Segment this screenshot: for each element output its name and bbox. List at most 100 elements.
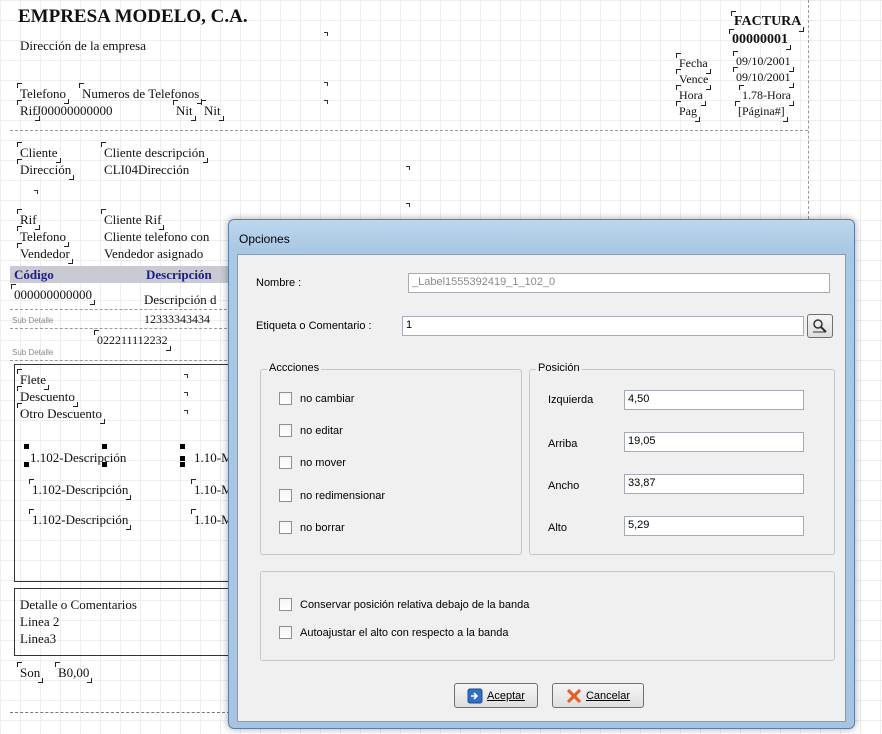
etiqueta-input[interactable]: 1 [402,316,804,336]
zoom-icon [813,319,827,333]
phone-value[interactable]: Numeros de Telefonos [78,83,203,104]
val-field-2[interactable]: 1.10-M [191,479,236,500]
sub-detail-divider [10,360,232,361]
direccion-value[interactable]: CLI04Dirección [104,162,189,177]
sub-detail-value-1[interactable]: 12333343434 [144,312,210,327]
acciones-group: Accciones no cambiar no editar no mover … [260,362,522,555]
row-code-field[interactable]: 000000000000 [11,284,95,305]
checkbox-box[interactable] [279,521,292,534]
checkbox-box[interactable] [279,392,292,405]
selection-handle[interactable] [180,444,185,449]
field-handle [324,100,328,104]
accept-icon [467,688,483,703]
fecha-label[interactable]: Fecha [676,53,711,74]
checkbox-box[interactable] [279,424,292,437]
vendedor-value[interactable]: Vendedor asignado [104,246,203,261]
selection-handle[interactable] [180,456,185,461]
desc-field-1[interactable]: 1.102-Descripción [30,450,126,465]
rif-label[interactable]: Rif [17,100,40,121]
vendedor-label[interactable]: Vendedor [17,243,73,264]
codigo-column-header[interactable]: Código [14,267,54,283]
selection-handle[interactable] [24,444,29,449]
desc-field-3[interactable]: 1.102-Descripción [28,509,132,530]
checkbox-label: no borrar [300,521,345,534]
pag-label[interactable]: Pag [676,101,700,122]
no-editar-checkbox[interactable]: no editar [279,424,343,437]
pag-value[interactable]: [Página#] [735,101,788,122]
rif2-value[interactable]: Cliente Rif [100,209,165,230]
checkbox-box[interactable] [279,489,292,502]
column-header-band[interactable]: Código Descripción [10,266,232,283]
arriba-label: Arriba [548,438,578,450]
acciones-group-title: Accciones [267,362,322,374]
checkbox-label: Conservar posición relativa debajo de la… [300,598,530,611]
desc-field-2[interactable]: 1.102-Descripción [28,479,132,500]
nit-label[interactable]: Nit [173,100,196,121]
autoajustar-alto-checkbox[interactable]: Autoajustar el alto con respecto a la ba… [279,626,509,639]
sub-detail-value-2[interactable]: 022211112232 [94,330,171,351]
company-name-field[interactable]: EMPRESA MODELO, C.A. [18,6,248,28]
val-field-1[interactable]: 1.10-M [194,450,233,465]
nit-value[interactable]: Nit [201,100,224,121]
row-description-field[interactable]: Descripción d [144,292,217,307]
field-handle [324,82,328,86]
company-address-field[interactable]: Dirección de la empresa [20,38,146,53]
checkbox-box[interactable] [279,598,292,611]
son-label[interactable]: Son [16,662,44,683]
alto-input[interactable]: 5,29 [624,516,804,536]
vence-label[interactable]: Vence [675,69,712,90]
posicion-group-title: Posición [536,362,582,374]
cliente-value[interactable]: Cliente descripción [101,142,208,163]
val-field-3[interactable]: 1.10-M [191,509,236,530]
no-cambiar-checkbox[interactable]: no cambiar [279,392,354,405]
invoice-title-field[interactable]: FACTURA [730,11,805,32]
selection-handle[interactable] [102,444,107,449]
rif2-label[interactable]: Rif [17,209,40,230]
checkbox-label: no mover [300,456,346,469]
descripcion-column-header[interactable]: Descripción [146,267,212,283]
flete-label[interactable]: Flete [17,369,49,390]
izquierda-label: Izquierda [548,394,594,406]
page-bottom-boundary [10,712,230,713]
browse-button[interactable] [807,314,833,338]
telefono2-label[interactable]: Telefono [16,226,70,247]
rif-value[interactable]: J00000000000 [36,103,113,118]
izquierda-input[interactable]: 4,50 [624,390,804,410]
cancelar-button[interactable]: Cancelar [552,683,644,708]
ancho-input[interactable]: 33,87 [624,474,804,494]
no-borrar-checkbox[interactable]: no borrar [279,521,345,534]
checkbox-box[interactable] [279,626,292,639]
invoice-number-field[interactable]: 00000001 [729,29,791,50]
cancelar-label: Cancelar [585,689,631,702]
aceptar-label: Aceptar [487,689,525,702]
options-dialog[interactable]: Opciones Nombre : _Label1555392419_1_102… [228,219,855,729]
conservar-posicion-checkbox[interactable]: Conservar posición relativa debajo de la… [279,598,529,611]
selection-handle[interactable] [24,462,29,467]
aceptar-button[interactable]: Aceptar [454,683,538,708]
hora-label[interactable]: Hora [676,85,706,106]
vence-value[interactable]: 09/10/2001 [733,67,794,88]
son-value[interactable]: B0,00 [54,662,93,683]
descuento-label[interactable]: Descuento [17,386,78,407]
detalle-field[interactable]: Detalle o Comentarios [20,597,137,612]
otro-descuento-label[interactable]: Otro Descuento [17,403,105,424]
checkbox-box[interactable] [279,456,292,469]
linea2-field[interactable]: Linea 2 [20,614,59,629]
cancel-icon [567,688,581,703]
nombre-input[interactable]: _Label1555392419_1_102_0 [408,273,830,293]
telefono2-value[interactable]: Cliente telefono con [104,229,209,244]
checkbox-label: no redimensionar [300,489,385,502]
cliente-label[interactable]: Cliente [17,142,61,163]
no-redimensionar-checkbox[interactable]: no redimensionar [279,489,385,502]
direccion-label[interactable]: Dirección [16,159,75,180]
fecha-value[interactable]: 09/10/2001 [733,51,794,72]
field-handle [184,392,188,396]
etiqueta-label: Etiqueta o Comentario : [256,320,372,332]
linea3-field[interactable]: Linea3 [20,631,56,646]
phone-label[interactable]: Telefono [16,83,70,104]
selection-handle[interactable] [180,462,185,467]
arriba-input[interactable]: 19,05 [624,432,804,452]
no-mover-checkbox[interactable]: no mover [279,456,346,469]
hora-value[interactable]: 1.78-Hora [739,85,794,106]
ancho-label: Ancho [548,480,580,492]
